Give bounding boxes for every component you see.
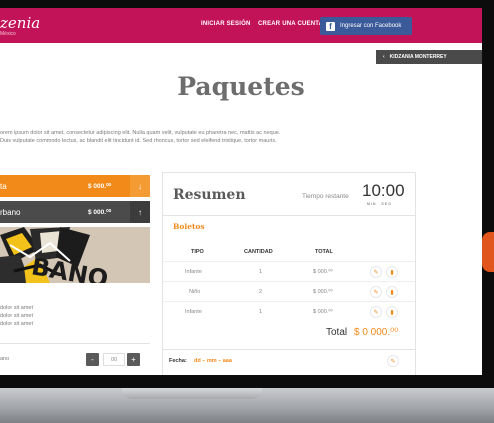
package-name: rbano <box>0 207 21 217</box>
table-row: Infante 1 $ 000.⁰⁰ ✎ ▮ <box>163 261 415 281</box>
divider <box>163 215 415 216</box>
city-selector[interactable]: ‹ KIDZANIA MONTERREY <box>376 50 482 64</box>
graffiti-illustration: BANO <box>0 227 150 283</box>
column-header-cantidad: CANTIDAD <box>244 249 273 255</box>
edit-pencil-icon[interactable]: ✎ <box>370 286 382 298</box>
arrow-down-icon[interactable]: ↓ <box>130 175 150 197</box>
ticket-quantity: 1 <box>259 309 263 315</box>
date-label: Fecha: <box>169 358 187 364</box>
total-value: $ 0 000.⁰⁰ <box>354 327 399 338</box>
intro-text: orem ipsum dolor sit amet, consectetur a… <box>0 129 370 145</box>
edit-pencil-icon[interactable]: ✎ <box>370 266 382 278</box>
tickets-section-title: Boletos <box>173 222 205 231</box>
chevron-left-icon: ‹ <box>383 54 385 60</box>
browser-screen: zenia México INICIAR SESIÓN CREAR UNA CU… <box>0 8 482 375</box>
ticket-total: $ 000.⁰⁰ <box>313 289 333 295</box>
summary-title: Resumen <box>173 187 246 203</box>
delete-trash-icon[interactable]: ▮ <box>386 266 398 278</box>
ticket-type: Infante <box>185 269 202 275</box>
edit-pencil-icon[interactable]: ✎ <box>370 306 382 318</box>
timer-label: Tiempo restante <box>302 193 349 200</box>
page-title: Paquetes <box>177 72 305 101</box>
column-header-total: TOTAL <box>315 249 333 255</box>
ticket-total: $ 000.⁰⁰ <box>313 269 333 275</box>
countdown-timer: 10:00 <box>362 181 405 200</box>
delete-trash-icon[interactable]: ▮ <box>386 286 398 298</box>
date-row: Fecha: dd – mm – aaa ✎ <box>163 349 415 371</box>
timer-min-label: MIN <box>367 202 377 206</box>
package-bar[interactable]: ta $ 000.⁰⁰ ↓ <box>0 175 150 197</box>
delete-trash-icon[interactable]: ▮ <box>386 306 398 318</box>
intro-line: Duis vulputate commodo lectus, ac blandi… <box>0 138 277 144</box>
kidzania-logo[interactable]: zenia <box>0 14 40 32</box>
table-row: Niño 2 $ 000.⁰⁰ ✎ ▮ <box>163 281 415 301</box>
timer-sec-label: SEG <box>381 202 392 206</box>
ticket-type: Infante <box>185 309 202 315</box>
city-name: KIDZANIA MONTERREY <box>389 54 447 60</box>
ticket-quantity: 2 <box>259 289 263 295</box>
ticket-quantity: 1 <box>259 269 263 275</box>
timer-units: MIN SEG <box>367 202 397 206</box>
ticket-total: $ 000.⁰⁰ <box>313 309 333 315</box>
package-price: $ 000.⁰⁰ <box>88 209 112 216</box>
package-name: ta <box>0 181 7 191</box>
logo-subtitle: México <box>0 31 16 37</box>
arrow-up-icon[interactable]: ↑ <box>130 201 150 223</box>
facebook-login-label: Ingresar con Facebook <box>340 23 402 29</box>
intro-line: orem ipsum dolor sit amet, consectetur a… <box>0 130 281 136</box>
quantity-minus-button[interactable]: - <box>86 353 99 366</box>
signup-link[interactable]: CREAR UNA CUENTA <box>258 21 323 27</box>
ticket-type: Niño <box>189 289 201 295</box>
login-link[interactable]: INICIAR SESIÓN <box>201 21 250 27</box>
background-accent <box>482 232 494 272</box>
edit-date-pencil-icon[interactable]: ✎ <box>387 355 399 367</box>
package-price: $ 000.⁰⁰ <box>88 183 112 190</box>
table-row: Infante 1 $ 000.⁰⁰ ✎ ▮ <box>163 301 415 321</box>
facebook-login-button[interactable]: f Ingresar con Facebook <box>320 17 412 35</box>
package-image: BANO <box>0 227 150 283</box>
list-item: dolor sit amet <box>0 305 34 311</box>
quantity-label: ano <box>0 356 10 362</box>
quantity-stepper[interactable]: 00 <box>103 353 125 366</box>
quantity-plus-button[interactable]: + <box>127 353 140 366</box>
top-navigation-bar: zenia México INICIAR SESIÓN CREAR UNA CU… <box>0 8 482 43</box>
package-feature-list: dolor sit amet dolor sit amet dolor sit … <box>0 304 33 328</box>
facebook-icon: f <box>326 21 335 31</box>
date-value[interactable]: dd – mm – aaa <box>194 358 232 364</box>
total-label: Total <box>326 327 348 338</box>
column-header-tipo: TIPO <box>191 249 204 255</box>
list-item: dolor sit amet <box>0 321 34 327</box>
summary-panel: Resumen Tiempo restante 10:00 MIN SEG Bol… <box>162 172 416 375</box>
package-bar[interactable]: rbano $ 000.⁰⁰ ↑ <box>0 201 150 223</box>
list-item: dolor sit amet <box>0 313 34 319</box>
laptop-notch <box>122 388 262 399</box>
quantity-row: ano - 00 + <box>0 343 150 373</box>
